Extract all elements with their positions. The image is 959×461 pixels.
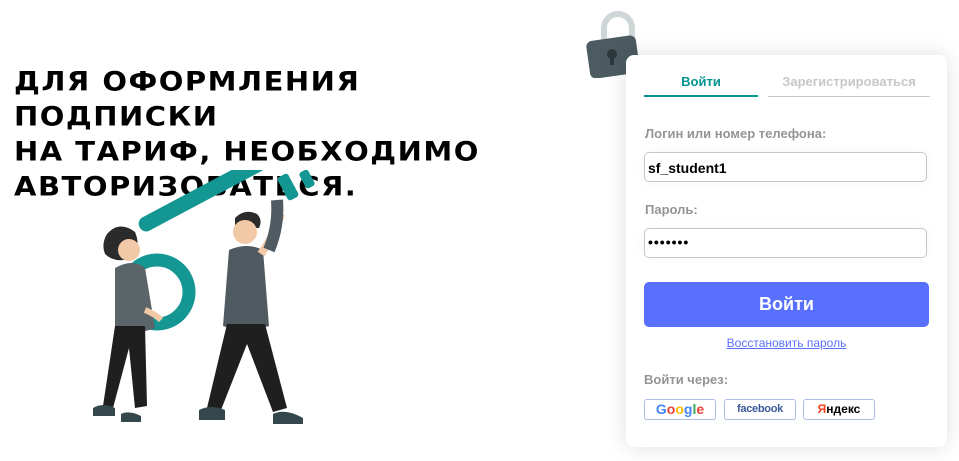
password-input[interactable]: •••••••	[644, 228, 927, 258]
google-letter: G	[655, 401, 667, 417]
login-label: Логин или номер телефона:	[645, 126, 827, 141]
google-letter: e	[696, 401, 705, 417]
login-card: Войти Зарегистрироваться Логин или номер…	[626, 55, 947, 447]
yandex-first-letter: Я	[817, 402, 827, 416]
facebook-login-button[interactable]: facebook	[724, 399, 796, 420]
auth-tabs: Войти Зарегистрироваться	[644, 75, 930, 97]
yandex-login-button[interactable]: Яндекс	[803, 399, 875, 420]
tab-register[interactable]: Зарегистрироваться	[768, 75, 930, 97]
key-icon	[118, 170, 315, 331]
people-carrying-key-illustration	[93, 170, 315, 424]
login-input[interactable]: sf_student1	[644, 152, 927, 182]
headline-line-2: НА ТАРИФ, НЕОБХОДИМО	[14, 135, 480, 168]
restore-password-link[interactable]: Восстановить пароль	[626, 336, 947, 350]
man-figure	[199, 199, 303, 424]
tab-login[interactable]: Войти	[644, 75, 758, 97]
social-login-label: Войти через:	[644, 372, 729, 387]
google-letter: o	[675, 401, 684, 417]
yandex-rest: ндекс	[826, 402, 861, 416]
headline-line-1: ДЛЯ ОФОРМЛЕНИЯ ПОДПИСКИ	[14, 65, 361, 133]
google-login-button[interactable]: Google	[644, 399, 716, 420]
login-submit-button[interactable]: Войти	[644, 282, 929, 327]
password-label: Пароль:	[645, 202, 698, 217]
